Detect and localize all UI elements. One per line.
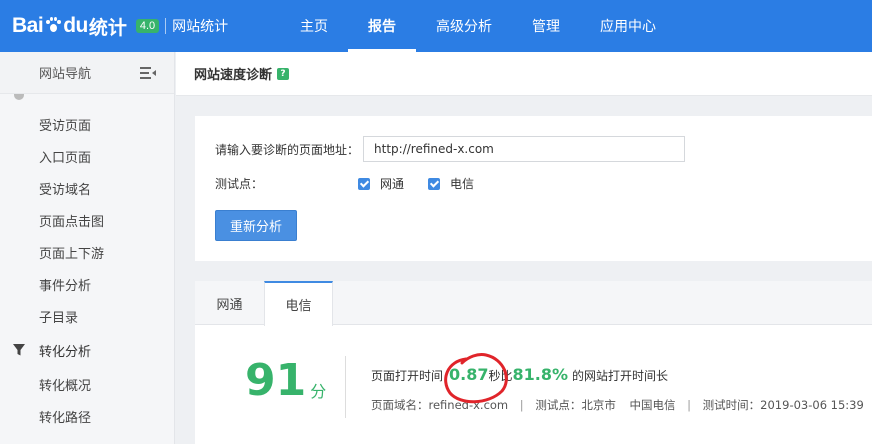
- sidebar-item-event-analysis[interactable]: 事件分析: [0, 268, 174, 300]
- domain-label: 页面域名：: [371, 398, 429, 412]
- test-time-label: 测试时间：: [702, 398, 761, 412]
- sidebar-group-label: 转化分析: [39, 344, 92, 360]
- nav-advanced-analysis[interactable]: 高级分析: [416, 0, 512, 52]
- url-label: 请输入要诊断的页面地址：: [215, 142, 360, 157]
- sidebar-item-conversion-overview[interactable]: 转化概况: [0, 368, 174, 400]
- score-unit: 分: [310, 382, 327, 401]
- open-time-summary: 页面打开时间 0.87 秒 比 81.8% 的网站打开时间长: [371, 365, 668, 384]
- speed-score: 91 分: [245, 359, 326, 403]
- help-icon[interactable]: ?: [277, 67, 290, 80]
- sidebar-item-subdirectory[interactable]: 子目录: [0, 300, 174, 332]
- compare-value: 81.8%: [512, 365, 569, 384]
- brand-subtitle: 网站统计: [172, 19, 229, 35]
- checkbox-netcom-label: 网通: [380, 177, 405, 191]
- sidebar-title: 网站导航: [39, 67, 92, 82]
- collapse-menu-icon[interactable]: [140, 66, 156, 79]
- checkbox-checked-icon: [428, 177, 441, 190]
- test-points-label: 测试点：: [215, 177, 264, 191]
- baidu-logo: Bai du: [12, 14, 88, 37]
- page-title-bar: 网站速度诊断 ?: [176, 52, 872, 96]
- test-time-value: 2019-03-06 15:39: [760, 398, 864, 412]
- point-label: 测试点：: [535, 398, 582, 412]
- nav-app-center[interactable]: 应用中心: [580, 0, 676, 52]
- isp-tabs: 网通 电信: [195, 281, 872, 326]
- brand[interactable]: Bai du 统计 4.0 网站统计: [0, 0, 280, 52]
- reanalyze-button[interactable]: 重新分析: [215, 210, 297, 241]
- url-row: 请输入要诊断的页面地址：: [215, 136, 686, 162]
- red-annotation-circle: [444, 353, 508, 404]
- score-value: 91: [245, 355, 307, 406]
- detail-separator: |: [519, 398, 524, 412]
- sidebar-item-page-flow[interactable]: 页面上下游: [0, 236, 174, 268]
- checkbox-telecom-label: 电信: [450, 177, 475, 191]
- nav-reports[interactable]: 报告: [348, 0, 416, 52]
- detail-separator: |: [687, 398, 692, 412]
- checkbox-netcom[interactable]: 网通: [358, 175, 404, 192]
- version-badge: 4.0: [135, 19, 160, 33]
- result-divider: [345, 356, 346, 418]
- checkbox-checked-icon: [358, 177, 370, 190]
- page-title: 网站速度诊断: [194, 68, 273, 83]
- tab-netcom[interactable]: 网通: [195, 281, 264, 325]
- compare-suffix: 的网站打开时间长: [572, 369, 669, 383]
- diagnose-form-panel: 请输入要诊断的页面地址： 测试点： 网通 电信 重新分析: [195, 116, 872, 261]
- paw-icon: [44, 17, 62, 35]
- sidebar: 网站导航 受访页面 入口页面 受访域名 页面点击图 页面上下游 事件分析 子目录…: [0, 52, 175, 444]
- sidebar-item-visited-domains[interactable]: 受访域名: [0, 172, 174, 204]
- brand-divider: [165, 18, 167, 34]
- nav-home[interactable]: 主页: [280, 0, 348, 52]
- main-content: 网站速度诊断 ? 请输入要诊断的页面地址： 测试点： 网通 电信 重新分析 网通…: [176, 52, 872, 444]
- top-bar: Bai du 统计 4.0 网站统计 主页 报告 高级分析 管理 应用中心: [0, 0, 872, 52]
- sidebar-item-page-click-map[interactable]: 页面点击图: [0, 204, 174, 236]
- main-nav: 主页 报告 高级分析 管理 应用中心: [280, 0, 676, 52]
- sidebar-item-entry-pages[interactable]: 入口页面: [0, 140, 174, 172]
- nav-manage[interactable]: 管理: [512, 0, 580, 52]
- tab-telecom[interactable]: 电信: [264, 281, 333, 326]
- funnel-icon: [13, 344, 25, 356]
- sidebar-item-visited-pages[interactable]: 受访页面: [0, 108, 174, 140]
- test-points-row: 测试点： 网通 电信: [215, 175, 498, 192]
- url-input[interactable]: [363, 136, 686, 162]
- point-city: 北京市: [581, 398, 616, 412]
- checkbox-telecom[interactable]: 电信: [428, 175, 474, 192]
- sidebar-header: 网站导航: [0, 52, 174, 94]
- sidebar-group-conversion[interactable]: 转化分析: [0, 332, 174, 368]
- point-isp: 中国电信: [629, 398, 676, 412]
- sidebar-item-conversion-path[interactable]: 转化路径: [0, 400, 174, 432]
- result-panel: 网通 电信 91 分 页面打开时间 0.87 秒 比 81.8% 的网站打开时间…: [195, 281, 872, 444]
- brand-name: 统计: [88, 16, 127, 39]
- open-time-label: 页面打开时间: [371, 369, 444, 383]
